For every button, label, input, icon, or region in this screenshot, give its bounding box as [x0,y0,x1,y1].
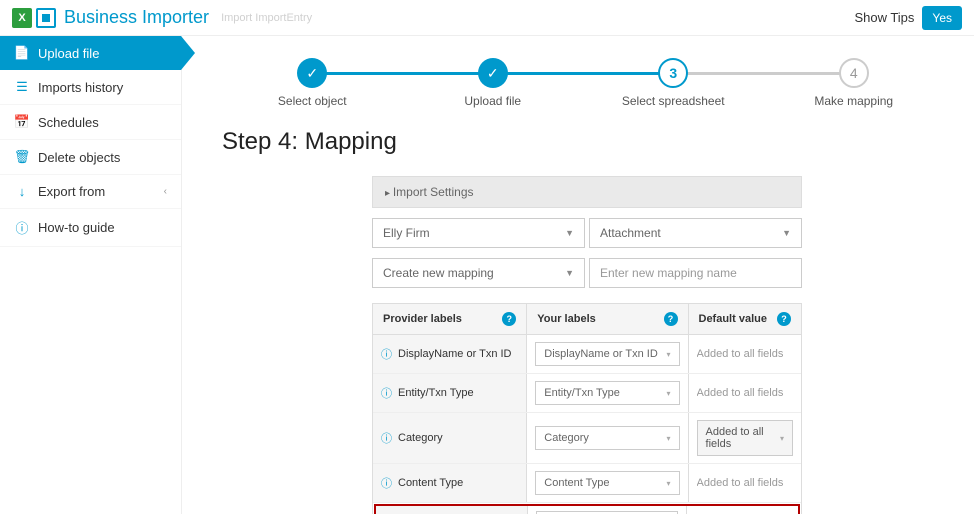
caret-down-icon: ▾ [667,389,671,398]
default-value-select[interactable]: Added to all fields▾ [697,420,793,456]
import-settings-collapse[interactable]: Import Settings [372,176,802,208]
help-icon[interactable]: ? [777,312,791,326]
chevron-right-icon: ‹ [164,186,167,197]
provider-label-cell: ⓘEntity/Txn Type [373,374,527,412]
page-title: Step 4: Mapping [222,128,944,156]
step-select-object[interactable]: ✓ Select object [222,58,403,108]
mapping-row: ⓘCategory Category▾ Added to all fields▾ [373,413,801,464]
caret-down-icon: ▼ [565,268,574,278]
info-icon: ⓘ [14,218,30,237]
your-label-select[interactable]: Category▾ [535,426,679,450]
caret-down-icon: ▼ [782,228,791,238]
your-label-select[interactable]: Content Type▾ [535,471,679,495]
your-label-cell: Category▾ [527,413,688,463]
your-label-select[interactable]: DisplayName or Txn ID▾ [535,342,679,366]
mapping-name-input-wrapper [589,258,802,288]
check-icon: ✓ [297,58,327,88]
mapping-name-input[interactable] [600,266,791,280]
logo: X [12,8,56,28]
brand-name: Business Importer [64,7,209,28]
mapping-row: ⓘContent Type Content Type▾ [373,464,801,503]
calendar-icon: 📅 [14,114,30,130]
firm-select[interactable]: Elly Firm▼ [372,218,585,248]
sidebar-item-imports-history[interactable]: ☰ Imports history [0,70,181,105]
provider-label-cell: ⓘFile Link [376,506,528,514]
mapping-row: ⓘEntity/Txn Type Entity/Txn Type▾ [373,374,801,413]
caret-down-icon: ▾ [780,434,784,443]
sidebar-item-upload-file[interactable]: 📄 Upload file [0,36,181,70]
check-icon: ✓ [478,58,508,88]
show-tips-label: Show Tips [854,10,914,25]
sidebar-item-label: Export from [38,184,105,199]
your-label-select[interactable]: Entity/Txn Type▾ [535,381,679,405]
sidebar-item-label: Schedules [38,115,99,130]
caret-down-icon: ▼ [565,228,574,238]
info-icon[interactable]: ⓘ [381,475,392,491]
info-icon[interactable]: ⓘ [381,430,392,446]
caret-down-icon: ▾ [667,434,671,443]
mapping-select[interactable]: Create new mapping▼ [372,258,585,288]
step-make-mapping[interactable]: 4 Make mapping [764,58,945,108]
caret-down-icon: ▾ [667,350,671,359]
trash-icon: 🗑 [14,149,30,165]
help-icon[interactable]: ? [664,312,678,326]
help-icon[interactable]: ? [502,312,516,326]
breadcrumb: Import ImportEntry [221,12,312,24]
your-label-cell: Entity/Txn Type▾ [527,374,688,412]
caret-down-icon: ▾ [667,479,671,488]
sidebar-item-label: Upload file [38,46,99,61]
default-value-cell [687,506,798,514]
sidebar-item-schedules[interactable]: 📅 Schedules [0,105,181,140]
default-value-input[interactable] [697,387,793,399]
download-icon: ↓ [14,184,30,199]
info-icon[interactable]: ⓘ [381,346,392,362]
sidebar-item-delete-objects[interactable]: 🗑 Delete objects [0,140,181,175]
upload-icon: 📄 [14,45,30,61]
mapping-table-header: Provider labels? Your labels? Default va… [373,304,801,335]
default-value-cell [689,464,801,502]
default-value-cell: Added to all fields▾ [689,413,801,463]
sidebar-item-label: How-to guide [38,220,115,235]
your-label-cell: File Link▾ [528,506,687,514]
header: X Business Importer Import ImportEntry S… [0,0,974,36]
sidebar-item-label: Imports history [38,80,123,95]
show-tips-toggle[interactable]: Yes [922,6,962,30]
sidebar-item-how-to-guide[interactable]: ⓘ How-to guide [0,209,181,247]
main-content: ✓ Select object ✓ Upload file 3 Select s… [182,36,974,514]
default-value-input[interactable] [697,348,793,360]
sidebar-item-export-from[interactable]: ↓ Export from ‹ [0,175,181,209]
your-label-cell: DisplayName or Txn ID▾ [527,335,688,373]
default-value-input[interactable] [697,477,793,489]
mapping-row: ⓘFile LinkFile Link▾ [374,504,800,514]
provider-label-cell: ⓘContent Type [373,464,527,502]
type-select[interactable]: Attachment▼ [589,218,802,248]
step-upload-file[interactable]: ✓ Upload file [403,58,584,108]
mapping-table: Provider labels? Your labels? Default va… [372,303,802,514]
provider-label-cell: ⓘDisplayName or Txn ID [373,335,527,373]
default-value-cell [689,374,801,412]
sidebar: 📄 Upload file ☰ Imports history 📅 Schedu… [0,36,182,514]
mapping-row: ⓘDisplayName or Txn ID DisplayName or Txn… [373,335,801,374]
sidebar-item-label: Delete objects [38,150,120,165]
your-label-cell: Content Type▾ [527,464,688,502]
info-icon[interactable]: ⓘ [381,385,392,401]
default-value-cell [689,335,801,373]
list-icon: ☰ [14,79,30,95]
stepper: ✓ Select object ✓ Upload file 3 Select s… [222,58,944,108]
provider-label-cell: ⓘCategory [373,413,527,463]
step-select-spreadsheet[interactable]: 3 Select spreadsheet [583,58,764,108]
